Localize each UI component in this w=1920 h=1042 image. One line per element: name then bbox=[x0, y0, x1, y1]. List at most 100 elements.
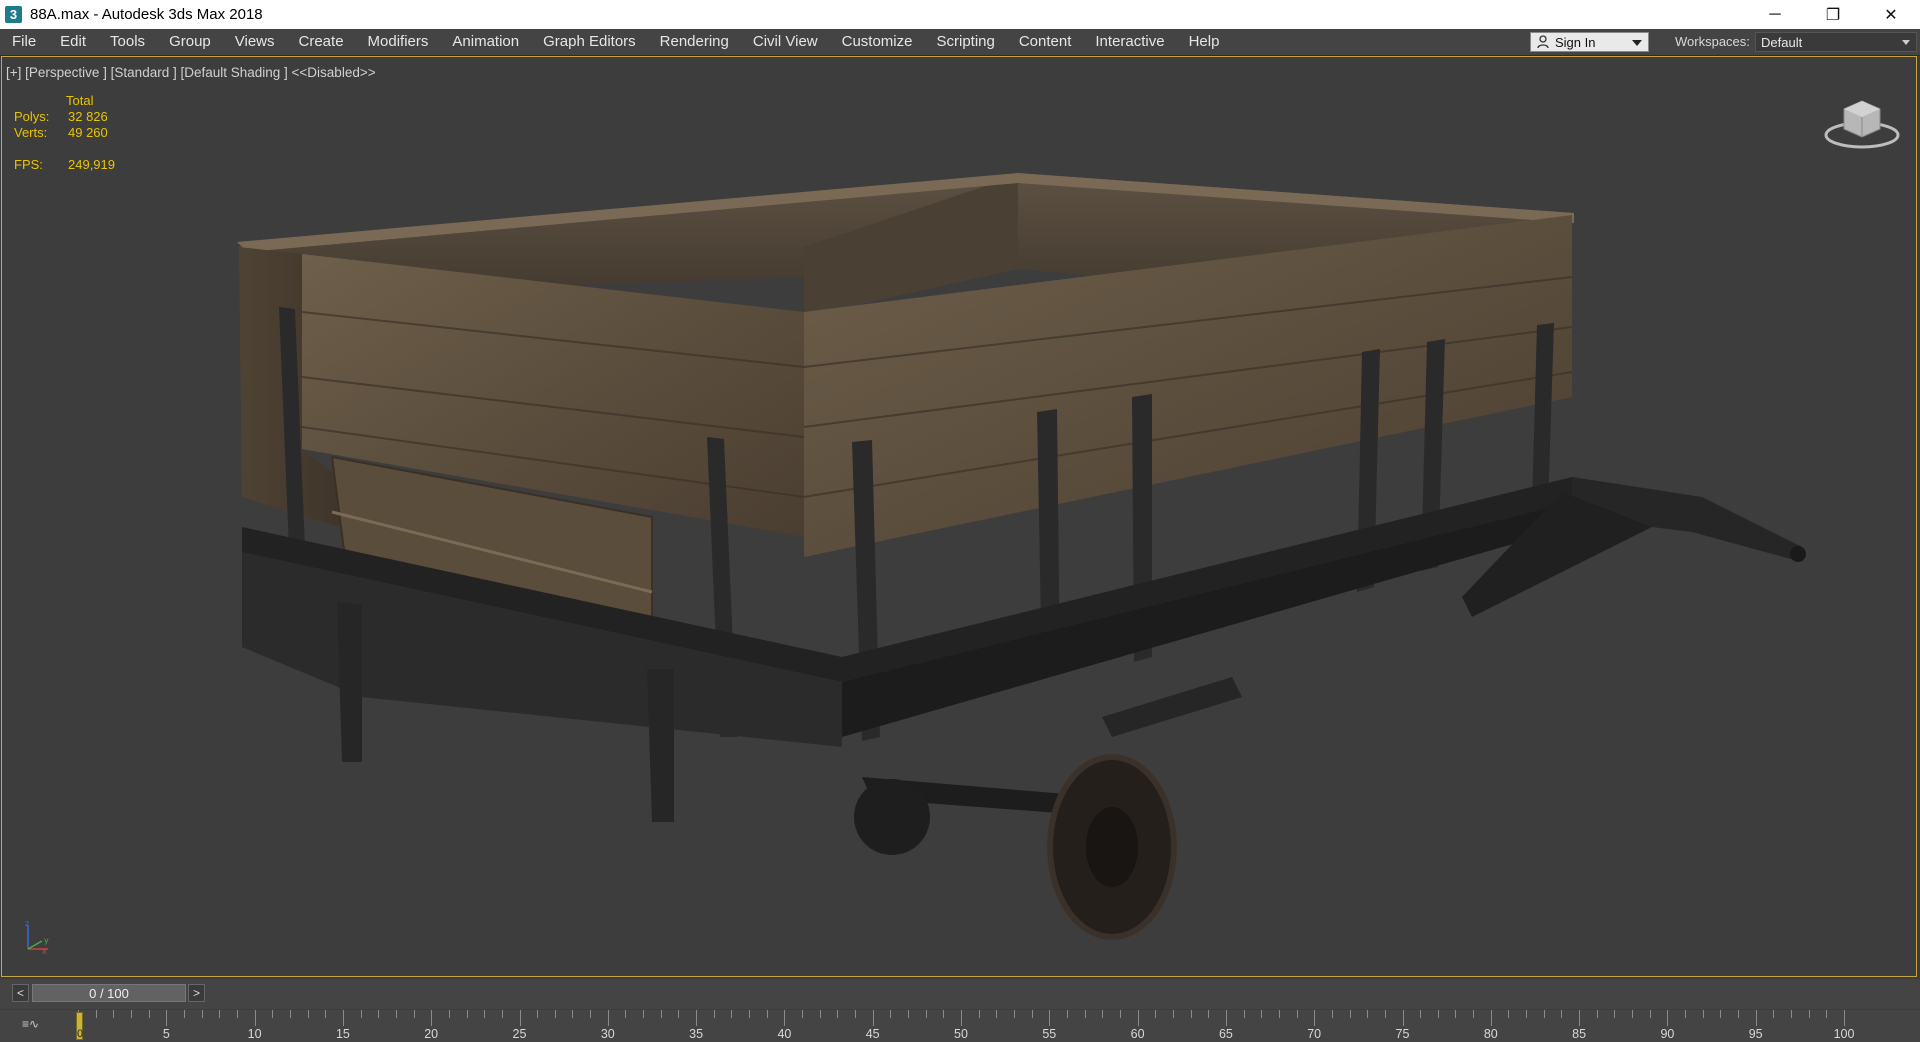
minor-tick bbox=[148, 1010, 150, 1018]
major-tick bbox=[784, 1010, 786, 1026]
menu-rendering[interactable]: Rendering bbox=[648, 29, 741, 55]
major-tick bbox=[607, 1010, 609, 1026]
menu-edit[interactable]: Edit bbox=[48, 29, 98, 55]
workspace-select[interactable]: Default bbox=[1755, 32, 1917, 52]
minor-tick bbox=[1031, 1010, 1033, 1018]
viewport-label[interactable]: [+] [Perspective ] [Standard ] [Default … bbox=[6, 65, 376, 80]
major-tick bbox=[1402, 1010, 1404, 1026]
fps-label: FPS: bbox=[14, 157, 43, 172]
user-icon bbox=[1537, 35, 1549, 49]
tick-label: 55 bbox=[1042, 1027, 1057, 1041]
workspaces-label: Workspaces: bbox=[1675, 34, 1750, 49]
polys-value: 32 826 bbox=[68, 109, 108, 124]
minor-tick bbox=[1632, 1010, 1634, 1018]
menu-graph-editors[interactable]: Graph Editors bbox=[531, 29, 648, 55]
window-controls: ─ ❐ ✕ bbox=[1746, 0, 1920, 29]
tick-label: 100 bbox=[1833, 1027, 1855, 1041]
menu-views[interactable]: Views bbox=[223, 29, 287, 55]
major-tick bbox=[519, 1010, 521, 1026]
track-bar[interactable]: ≡∿ 5 10 15 20 25 30 35 40 45 50 55 60 65 70 75 80 85 90 95… bbox=[0, 1010, 1920, 1042]
sign-in-dropdown[interactable]: Sign In bbox=[1530, 32, 1649, 52]
minor-tick bbox=[1367, 1010, 1369, 1018]
major-tick bbox=[342, 1010, 344, 1026]
minor-tick bbox=[1508, 1010, 1510, 1018]
viewcube-icon[interactable] bbox=[1822, 91, 1902, 151]
minor-tick bbox=[1685, 1010, 1687, 1018]
minor-tick bbox=[1455, 1010, 1457, 1018]
minor-tick bbox=[183, 1010, 185, 1018]
close-button[interactable]: ✕ bbox=[1862, 0, 1920, 29]
major-tick bbox=[696, 1010, 698, 1026]
frame-ruler[interactable]: 5 10 15 20 25 30 35 40 45 50 55 60 65 70 75 80 85 90 95 100 bbox=[70, 1010, 1870, 1042]
restore-button[interactable]: ❐ bbox=[1804, 0, 1862, 29]
chevron-down-icon bbox=[1632, 40, 1642, 46]
menu-interactive[interactable]: Interactive bbox=[1083, 29, 1176, 55]
minor-tick bbox=[660, 1010, 662, 1018]
minor-tick bbox=[1278, 1010, 1280, 1018]
minor-tick bbox=[890, 1010, 892, 1018]
axis-y-label: y bbox=[44, 936, 49, 945]
stats-total-header: Total bbox=[66, 93, 94, 108]
minor-tick bbox=[625, 1010, 627, 1018]
workspace-value: Default bbox=[1761, 35, 1803, 50]
menu-help[interactable]: Help bbox=[1177, 29, 1232, 55]
menu-animation[interactable]: Animation bbox=[440, 29, 531, 55]
menu-modifiers[interactable]: Modifiers bbox=[356, 29, 441, 55]
minor-tick bbox=[1084, 1010, 1086, 1018]
minor-tick bbox=[1243, 1010, 1245, 1018]
minor-tick bbox=[1102, 1010, 1104, 1018]
major-tick bbox=[1579, 1010, 1581, 1026]
minor-tick bbox=[113, 1010, 115, 1018]
axis-tripod-icon: z x y bbox=[25, 919, 49, 955]
major-tick bbox=[1314, 1010, 1316, 1026]
tick-label: 65 bbox=[1218, 1027, 1233, 1041]
perspective-viewport[interactable]: [+] [Perspective ] [Standard ] [Default … bbox=[1, 56, 1917, 977]
minor-tick bbox=[219, 1010, 221, 1018]
menu-create[interactable]: Create bbox=[287, 29, 356, 55]
minor-tick bbox=[1349, 1010, 1351, 1018]
axis-x-label: x bbox=[42, 947, 47, 955]
minor-tick bbox=[1826, 1010, 1828, 1018]
time-slider[interactable]: 0 / 100 bbox=[32, 984, 186, 1002]
menu-file[interactable]: File bbox=[0, 29, 48, 55]
minor-tick bbox=[484, 1010, 486, 1018]
minor-tick bbox=[1013, 1010, 1015, 1018]
minor-tick bbox=[855, 1010, 857, 1018]
menu-group[interactable]: Group bbox=[157, 29, 223, 55]
minor-tick bbox=[272, 1010, 274, 1018]
tick-label: 5 bbox=[162, 1027, 170, 1041]
minor-tick bbox=[448, 1010, 450, 1018]
minor-tick bbox=[1808, 1010, 1810, 1018]
tick-label: 25 bbox=[512, 1027, 527, 1041]
menu-bar: File Edit Tools Group Views Create Modifiers An… bbox=[0, 29, 1920, 56]
minor-tick bbox=[501, 1010, 503, 1018]
prev-frame-button[interactable]: < bbox=[12, 984, 29, 1002]
minor-tick bbox=[766, 1010, 768, 1018]
menu-items: File Edit Tools Group Views Create Modifiers An… bbox=[0, 29, 1231, 55]
minor-tick bbox=[1720, 1010, 1722, 1018]
minor-tick bbox=[1526, 1010, 1528, 1018]
menu-tools[interactable]: Tools bbox=[98, 29, 157, 55]
minor-tick bbox=[395, 1010, 397, 1018]
menu-civil-view[interactable]: Civil View bbox=[741, 29, 830, 55]
app-3dsmax-icon[interactable]: 3 bbox=[5, 6, 22, 23]
minor-tick bbox=[837, 1010, 839, 1018]
menu-content[interactable]: Content bbox=[1007, 29, 1084, 55]
minor-tick bbox=[978, 1010, 980, 1018]
minor-tick bbox=[289, 1010, 291, 1018]
curve-editor-button[interactable]: ≡∿ bbox=[22, 1017, 50, 1035]
tick-label: 45 bbox=[865, 1027, 880, 1041]
next-frame-button[interactable]: > bbox=[188, 984, 205, 1002]
minimize-button[interactable]: ─ bbox=[1746, 0, 1804, 29]
minor-tick bbox=[1420, 1010, 1422, 1018]
minor-tick bbox=[378, 1010, 380, 1018]
minor-tick bbox=[1649, 1010, 1651, 1018]
menu-scripting[interactable]: Scripting bbox=[924, 29, 1006, 55]
menu-customize[interactable]: Customize bbox=[830, 29, 925, 55]
wooden-trailer-model[interactable] bbox=[2, 57, 1917, 977]
time-slider-bar: < 0 / 100 > bbox=[0, 979, 1920, 1009]
tick-label: 50 bbox=[954, 1027, 968, 1041]
minor-tick bbox=[307, 1010, 309, 1018]
minor-tick bbox=[819, 1010, 821, 1018]
minor-tick bbox=[325, 1010, 327, 1018]
